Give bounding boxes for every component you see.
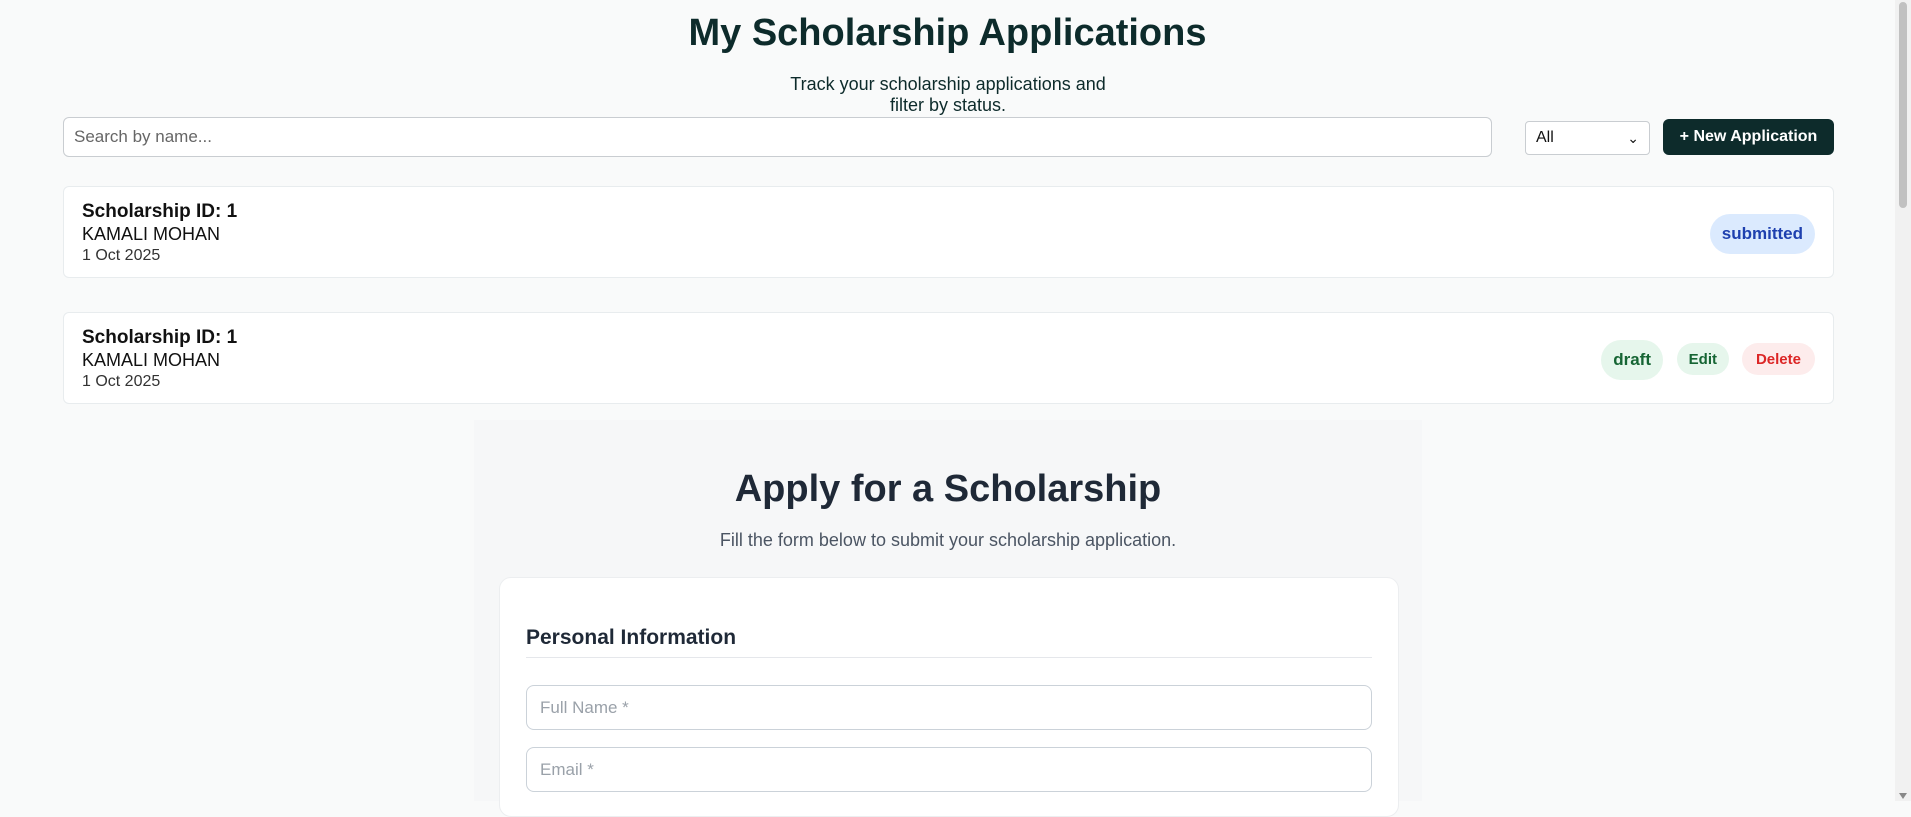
apply-section: Apply for a Scholarship Fill the form be… [474,420,1422,817]
status-filter-select[interactable]: All ⌄ [1525,121,1650,155]
application-card[interactable]: Scholarship ID: 1 KAMALI MOHAN 1 Oct 202… [63,312,1834,404]
status-badge: draft [1601,340,1663,380]
apply-title: Apply for a Scholarship [734,468,1162,510]
application-card[interactable]: Scholarship ID: 1 KAMALI MOHAN 1 Oct 202… [63,186,1834,278]
page-scrollbar[interactable] [1895,0,1911,801]
delete-button[interactable]: Delete [1741,343,1815,375]
page-title: My Scholarship Applications [688,12,1207,54]
email-field[interactable] [526,747,1372,792]
application-title: Scholarship ID: 1 [82,327,238,348]
applicant-name: KAMALI MOHAN [82,350,221,370]
full-name-field[interactable] [526,685,1372,730]
application-title: Scholarship ID: 1 [82,201,238,222]
scrollbar-thumb[interactable] [1899,2,1907,208]
new-application-button[interactable]: + New Application [1663,119,1834,155]
application-date: 1 Oct 2025 [82,373,161,390]
page-subtitle: Track your scholarship applications and … [775,74,1121,116]
scroll-down-arrow-icon[interactable] [1899,793,1907,799]
subtitle-line-1: Track your scholarship applications and [790,74,1106,94]
page: My Scholarship Applications Track your s… [0,0,1895,817]
status-badge: submitted [1709,214,1815,254]
subtitle-line-2: filter by status. [889,95,1007,115]
section-divider [526,657,1372,658]
chevron-down-icon: ⌄ [1627,129,1639,146]
apply-subtitle: Fill the form below to submit your schol… [719,530,1177,550]
edit-button[interactable]: Edit [1676,343,1729,375]
applicant-name: KAMALI MOHAN [82,224,221,244]
application-form: Personal Information [499,577,1399,817]
section-title: Personal Information [526,626,737,649]
application-date: 1 Oct 2025 [82,247,161,264]
status-filter-value: All [1536,129,1554,146]
search-input[interactable] [63,117,1492,157]
